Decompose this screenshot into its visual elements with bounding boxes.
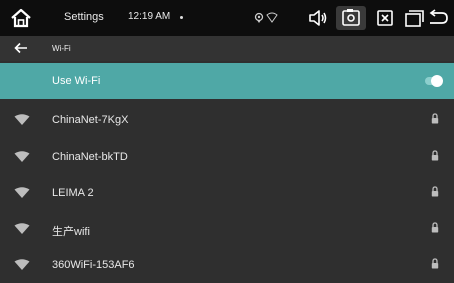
status-bar-title: Settings <box>64 11 104 23</box>
wifi-signal-icon <box>14 259 30 270</box>
recent-apps-icon[interactable] <box>402 6 426 30</box>
wifi-switch-knob[interactable] <box>431 75 443 87</box>
volume-icon[interactable] <box>306 6 328 30</box>
page-title: Wi-Fi <box>52 44 71 53</box>
wifi-signal-icon <box>14 187 30 198</box>
use-wifi-toggle-row[interactable]: Use Wi-Fi <box>0 63 454 99</box>
wifi-signal-icon <box>14 114 30 125</box>
network-row[interactable]: LEIMA 2 <box>0 174 454 211</box>
location-icon <box>254 12 264 23</box>
status-bar: Settings 12:19 AM <box>0 0 454 36</box>
wifi-signal-icon <box>14 223 30 234</box>
home-icon[interactable] <box>8 5 34 31</box>
wifi-signal-icon <box>14 151 30 162</box>
lock-icon <box>431 222 439 233</box>
lock-icon <box>431 186 439 197</box>
app-bar: Wi-Fi <box>0 36 454 61</box>
network-row[interactable]: 360WiFi-153AF6 <box>0 246 454 283</box>
wifi-status-icon <box>266 12 278 23</box>
lock-icon <box>431 113 439 124</box>
network-ssid: LEIMA 2 <box>52 187 94 199</box>
network-ssid: ChinaNet-7KgX <box>52 114 129 126</box>
network-row[interactable]: ChinaNet-bkTD <box>0 138 454 175</box>
screenshot-icon[interactable] <box>336 6 366 30</box>
network-ssid: ChinaNet-bkTD <box>52 151 128 163</box>
network-ssid: 生产wifi <box>52 226 90 238</box>
back-arrow-icon[interactable] <box>14 41 28 55</box>
network-row[interactable]: ChinaNet-7KgX <box>0 101 454 138</box>
network-ssid: 360WiFi-153AF6 <box>52 259 135 271</box>
close-app-icon[interactable] <box>374 6 396 30</box>
lock-icon <box>431 258 439 269</box>
network-row[interactable]: 生产wifi <box>0 210 454 247</box>
use-wifi-label: Use Wi-Fi <box>52 75 101 87</box>
notification-dot-icon <box>180 16 183 19</box>
status-bar-time: 12:19 AM <box>128 11 171 22</box>
back-nav-icon[interactable] <box>426 6 450 30</box>
lock-icon <box>431 150 439 161</box>
